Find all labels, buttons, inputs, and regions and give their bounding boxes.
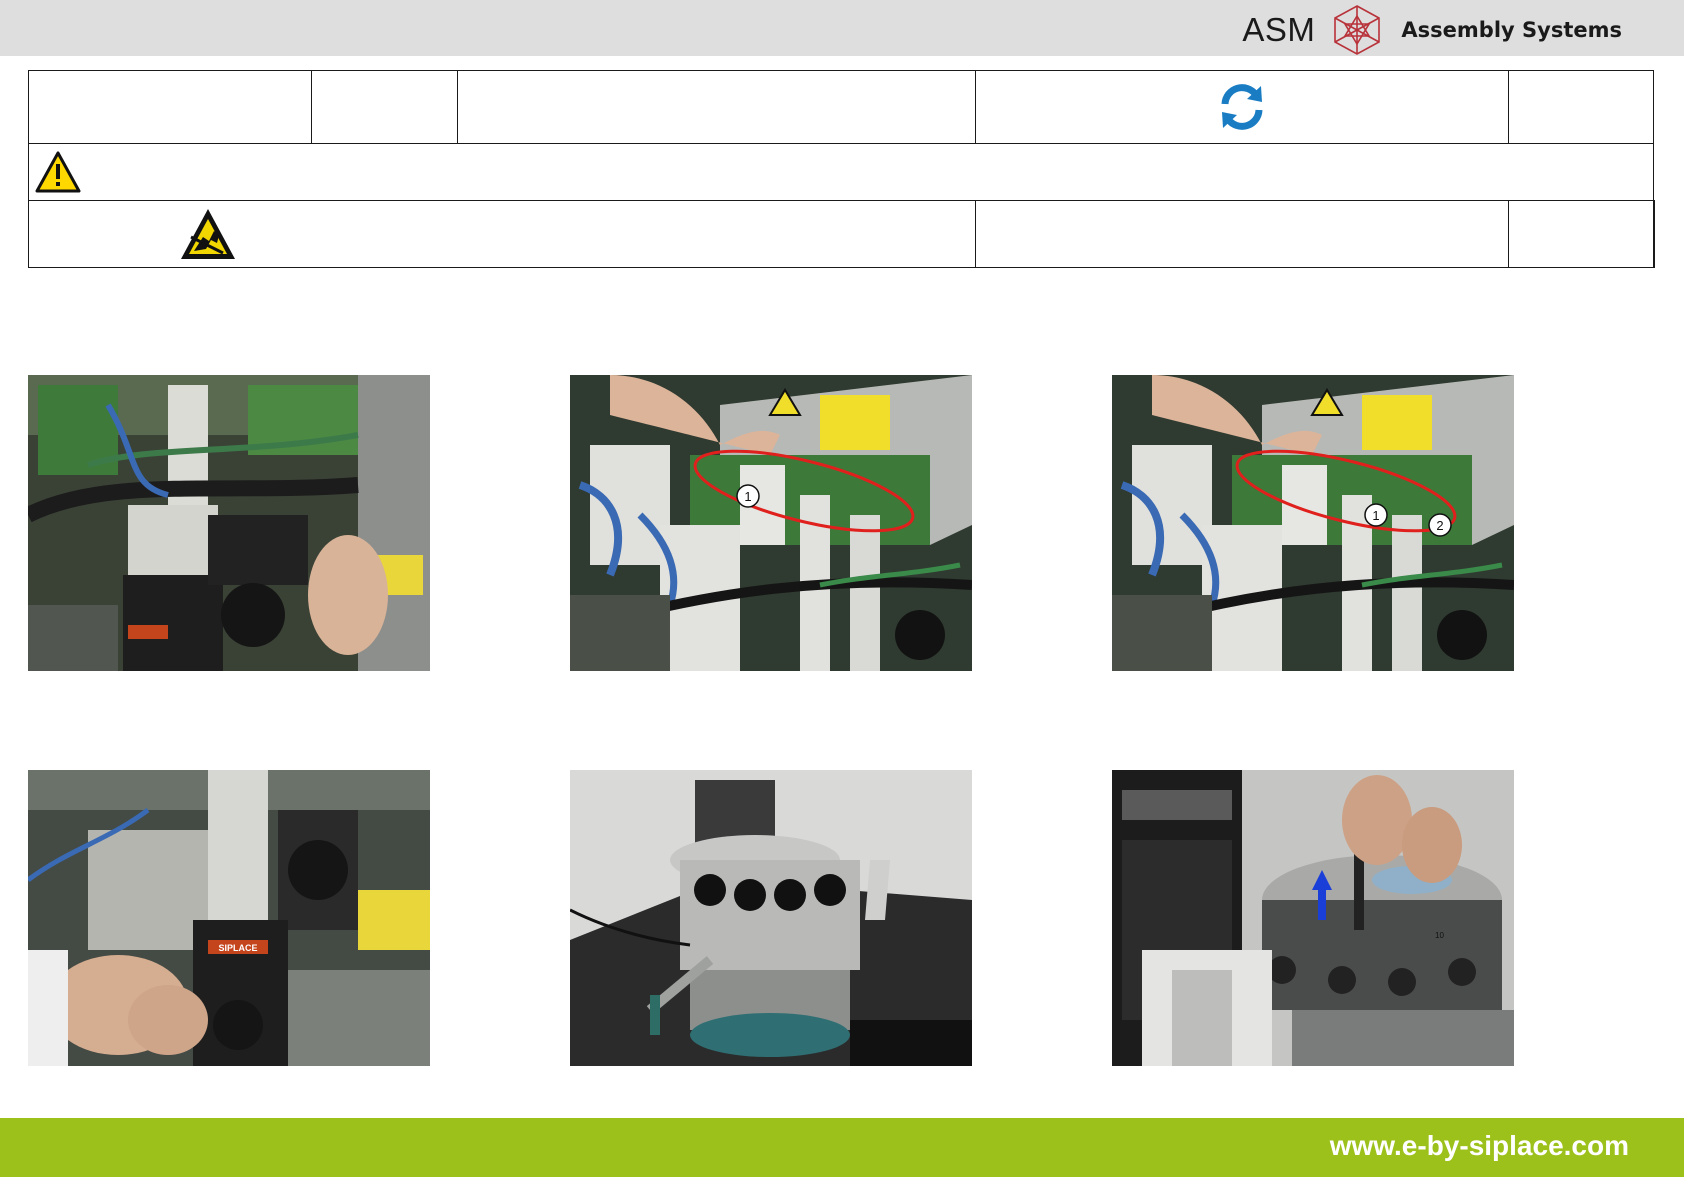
photo-step-1 — [28, 375, 430, 671]
photo-image: 1 — [570, 375, 972, 671]
info-cell — [1653, 200, 1655, 268]
info-row-3 — [27, 200, 1655, 268]
info-row-2 — [28, 143, 1655, 201]
page-header: ASM Assembly Systems — [0, 0, 1684, 56]
asm-logo-mark-icon — [1334, 5, 1381, 55]
photo-step-2: 1 — [570, 375, 972, 671]
page-footer: www.e-by-siplace.com — [0, 1118, 1684, 1177]
info-cell — [28, 70, 312, 144]
photo-step-5 — [570, 770, 972, 1066]
refresh-icon — [1221, 84, 1263, 130]
info-row-1 — [28, 70, 1655, 144]
info-cell — [310, 70, 459, 144]
callout-2: 2 — [1436, 518, 1443, 533]
asm-logo: ASM Assembly Systems — [1242, 5, 1622, 55]
photo-image — [28, 375, 430, 671]
info-cell — [975, 200, 1509, 268]
info-cell — [1507, 70, 1655, 144]
warning-cell — [28, 143, 1654, 201]
photo-step-6: 10 — [1112, 770, 1514, 1066]
warning-icon — [35, 151, 81, 193]
info-table — [27, 70, 1655, 268]
info-cell — [975, 70, 1509, 144]
esd-cell — [27, 200, 977, 268]
photo-step-3: 1 2 — [1112, 375, 1514, 671]
photo-step-4: SIPLACE — [28, 770, 430, 1066]
siplace-label: SIPLACE — [218, 943, 257, 953]
logo-tagline: Assembly Systems — [1401, 18, 1622, 42]
callout-1: 1 — [744, 489, 751, 504]
callout-1: 1 — [1372, 508, 1379, 523]
logo-brand: ASM — [1242, 11, 1316, 48]
esd-icon — [181, 209, 235, 259]
photo-image — [570, 770, 972, 1066]
footer-url: www.e-by-siplace.com — [1329, 1130, 1629, 1161]
photo-image: 1 2 — [1112, 375, 1514, 671]
nozzle-number: 10 — [1435, 931, 1444, 940]
photo-image: SIPLACE — [28, 770, 430, 1066]
photo-image: 10 — [1112, 770, 1514, 1066]
info-cell — [457, 70, 977, 144]
info-cell — [1507, 200, 1655, 268]
